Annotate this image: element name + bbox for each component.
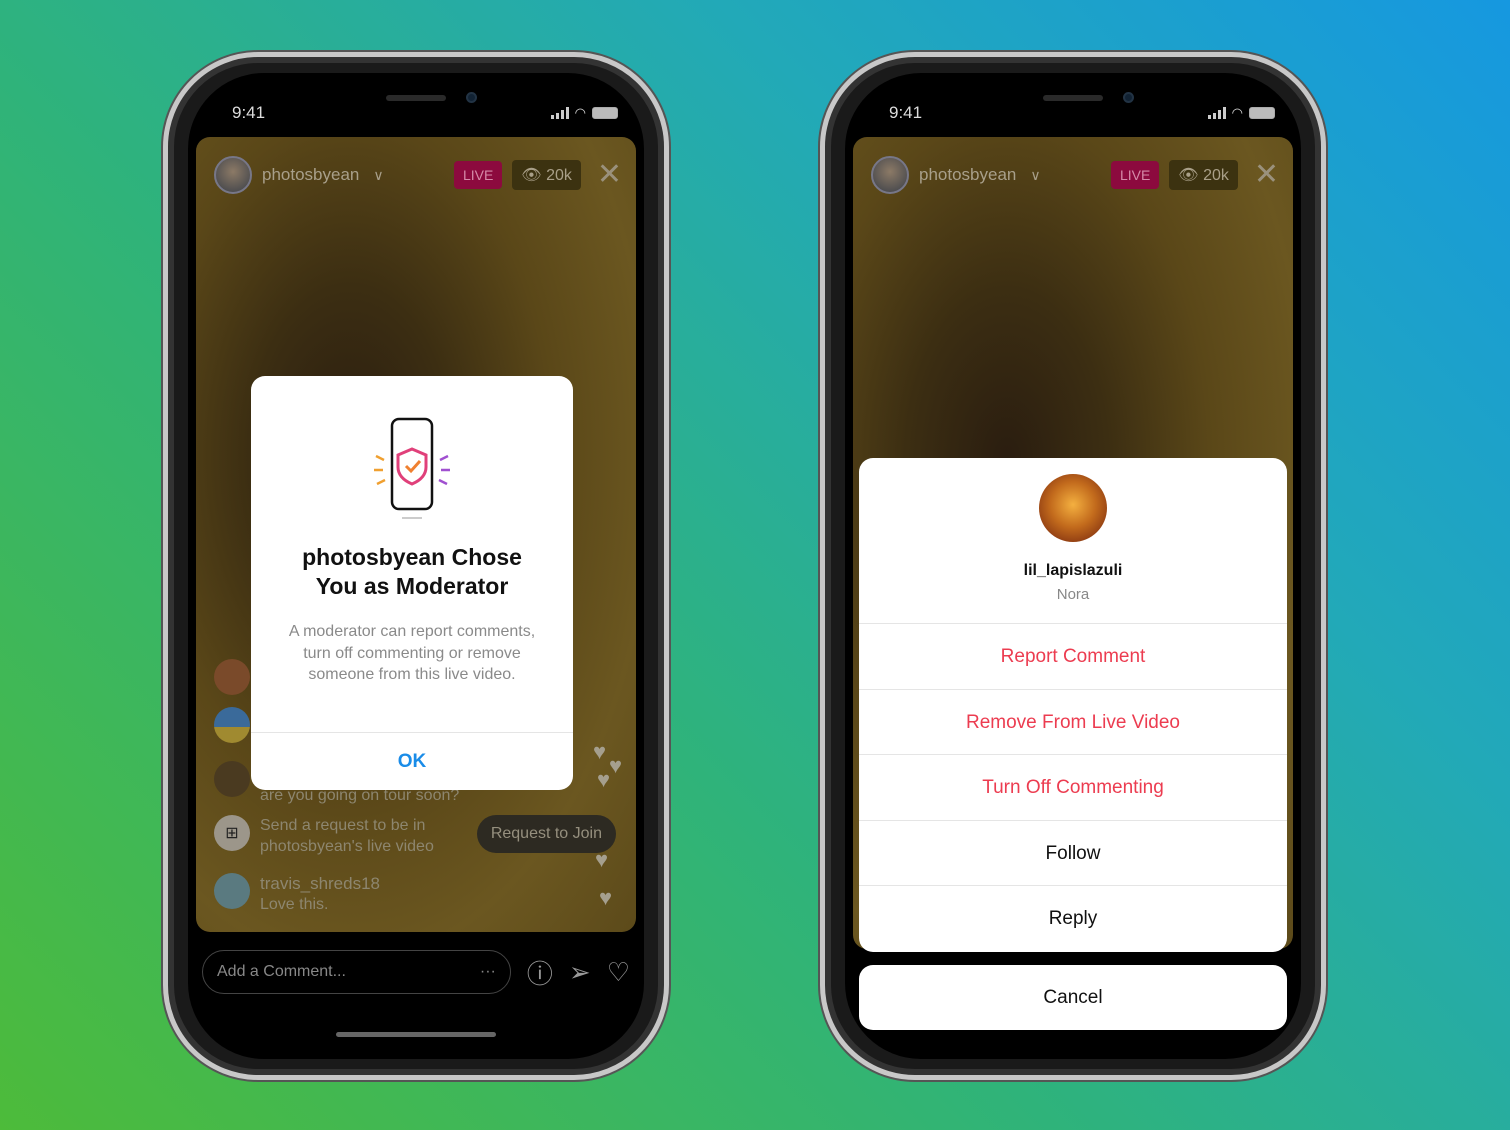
chevron-down-icon[interactable]: ∨ — [1030, 167, 1040, 184]
heart-icon: ♥ — [596, 767, 610, 792]
live-header: photosbyean ∨ LIVE 👁 20k ✕ — [214, 155, 622, 195]
wifi-icon: ◠ — [1231, 105, 1243, 120]
phone-shield-icon — [374, 417, 450, 519]
right-screen: 9:41 ◠ photosbyean ∨ LIVE 👁 20k ✕ lil_lap… — [845, 73, 1301, 1059]
signal-icon — [550, 107, 569, 119]
comment-text: Love this. — [260, 896, 329, 913]
video-add-icon: ⊞ — [214, 815, 250, 851]
turn-off-commenting-button[interactable]: Turn Off Commenting — [859, 755, 1287, 821]
host-avatar[interactable] — [214, 156, 252, 194]
front-camera — [1123, 92, 1134, 103]
eye-icon: 👁 — [521, 167, 547, 184]
sheet-header: lil_lapislazuli Nora — [859, 458, 1287, 624]
wifi-icon: ◠ — [574, 105, 586, 120]
host-avatar[interactable] — [871, 156, 909, 194]
heart-icon: ♥ — [594, 847, 608, 872]
reply-button[interactable]: Reply — [859, 886, 1287, 952]
ok-button[interactable]: OK — [251, 732, 573, 790]
close-icon[interactable]: ✕ — [1254, 160, 1279, 190]
join-request-item: ⊞ Send a request to be in photosbyean's l… — [214, 815, 460, 857]
chevron-down-icon[interactable]: ∨ — [373, 167, 383, 184]
comment-input[interactable]: Add a Comment... ··· — [202, 950, 511, 994]
battery-icon — [592, 107, 618, 119]
sheet-full-name: Nora — [1056, 586, 1090, 603]
heart-icon: ♥ — [598, 885, 612, 910]
host-username[interactable]: photosbyean — [262, 165, 359, 185]
battery-icon — [1249, 107, 1275, 119]
speaker — [386, 95, 446, 101]
dialog-title: photosbyean Chose You as Moderator — [302, 544, 522, 599]
signal-icon — [1207, 107, 1226, 119]
heart-icon[interactable]: ♡ — [607, 957, 630, 988]
close-icon[interactable]: ✕ — [597, 160, 622, 190]
heart-icon: ♥ — [608, 753, 622, 778]
viewer-count-value: 20k — [546, 167, 572, 184]
comment-username: travis_shreds18 — [260, 874, 381, 893]
send-icon[interactable]: ➢ — [569, 957, 591, 988]
live-badge: LIVE — [453, 161, 503, 189]
live-badge: LIVE — [1110, 161, 1160, 189]
status-icons: ◠ — [1207, 105, 1275, 121]
left-screen: 9:41 ◠ photosbyean ∨ LIVE 👁 20k ✕ are you… — [188, 73, 644, 1059]
comment-avatar-2 — [214, 707, 250, 743]
front-camera — [466, 92, 477, 103]
status-time: 9:41 — [232, 103, 266, 122]
viewer-count-value: 20k — [1203, 167, 1229, 184]
cancel-button[interactable]: Cancel — [859, 965, 1287, 1030]
comment-action-sheet: lil_lapislazuli Nora Report Comment Remo… — [859, 458, 1287, 952]
comment-avatar-1 — [214, 659, 250, 695]
status-icons: ◠ — [550, 105, 618, 121]
remove-from-live-button[interactable]: Remove From Live Video — [859, 690, 1287, 755]
report-comment-button[interactable]: Report Comment — [859, 624, 1287, 690]
heart-icon: ♥ — [592, 739, 606, 764]
sheet-username: lil_lapislazuli — [1023, 562, 1123, 579]
home-indicator — [336, 1032, 496, 1037]
follow-button[interactable]: Follow — [859, 821, 1287, 886]
live-header: photosbyean ∨ LIVE 👁 20k ✕ — [871, 155, 1279, 195]
host-username[interactable]: photosbyean — [919, 165, 1016, 185]
dialog-body: A moderator can report comments, turn of… — [288, 623, 536, 683]
question-icon[interactable]: ⓘ — [527, 954, 553, 991]
status-time: 9:41 — [889, 103, 923, 122]
left-phone: 9:41 ◠ photosbyean ∨ LIVE 👁 20k ✕ are you… — [163, 52, 669, 1080]
comment-text: Send a request to be in photosbyean's li… — [260, 817, 434, 855]
eye-icon: 👁 — [1178, 167, 1204, 184]
comment-placeholder: Add a Comment... — [217, 963, 346, 980]
comment-item: travis_shreds18 Love this. — [214, 873, 380, 915]
more-icon[interactable]: ··· — [480, 963, 496, 981]
moderator-dialog: photosbyean Chose You as Moderator A mod… — [251, 376, 573, 790]
comment-bar: Add a Comment... ··· ⓘ ➢ ♡ — [202, 950, 630, 994]
viewer-count: 👁 20k — [512, 160, 581, 190]
right-phone: 9:41 ◠ photosbyean ∨ LIVE 👁 20k ✕ lil_lap… — [820, 52, 1326, 1080]
speaker — [1043, 95, 1103, 101]
user-avatar[interactable] — [1039, 474, 1107, 542]
viewer-count: 👁 20k — [1169, 160, 1238, 190]
